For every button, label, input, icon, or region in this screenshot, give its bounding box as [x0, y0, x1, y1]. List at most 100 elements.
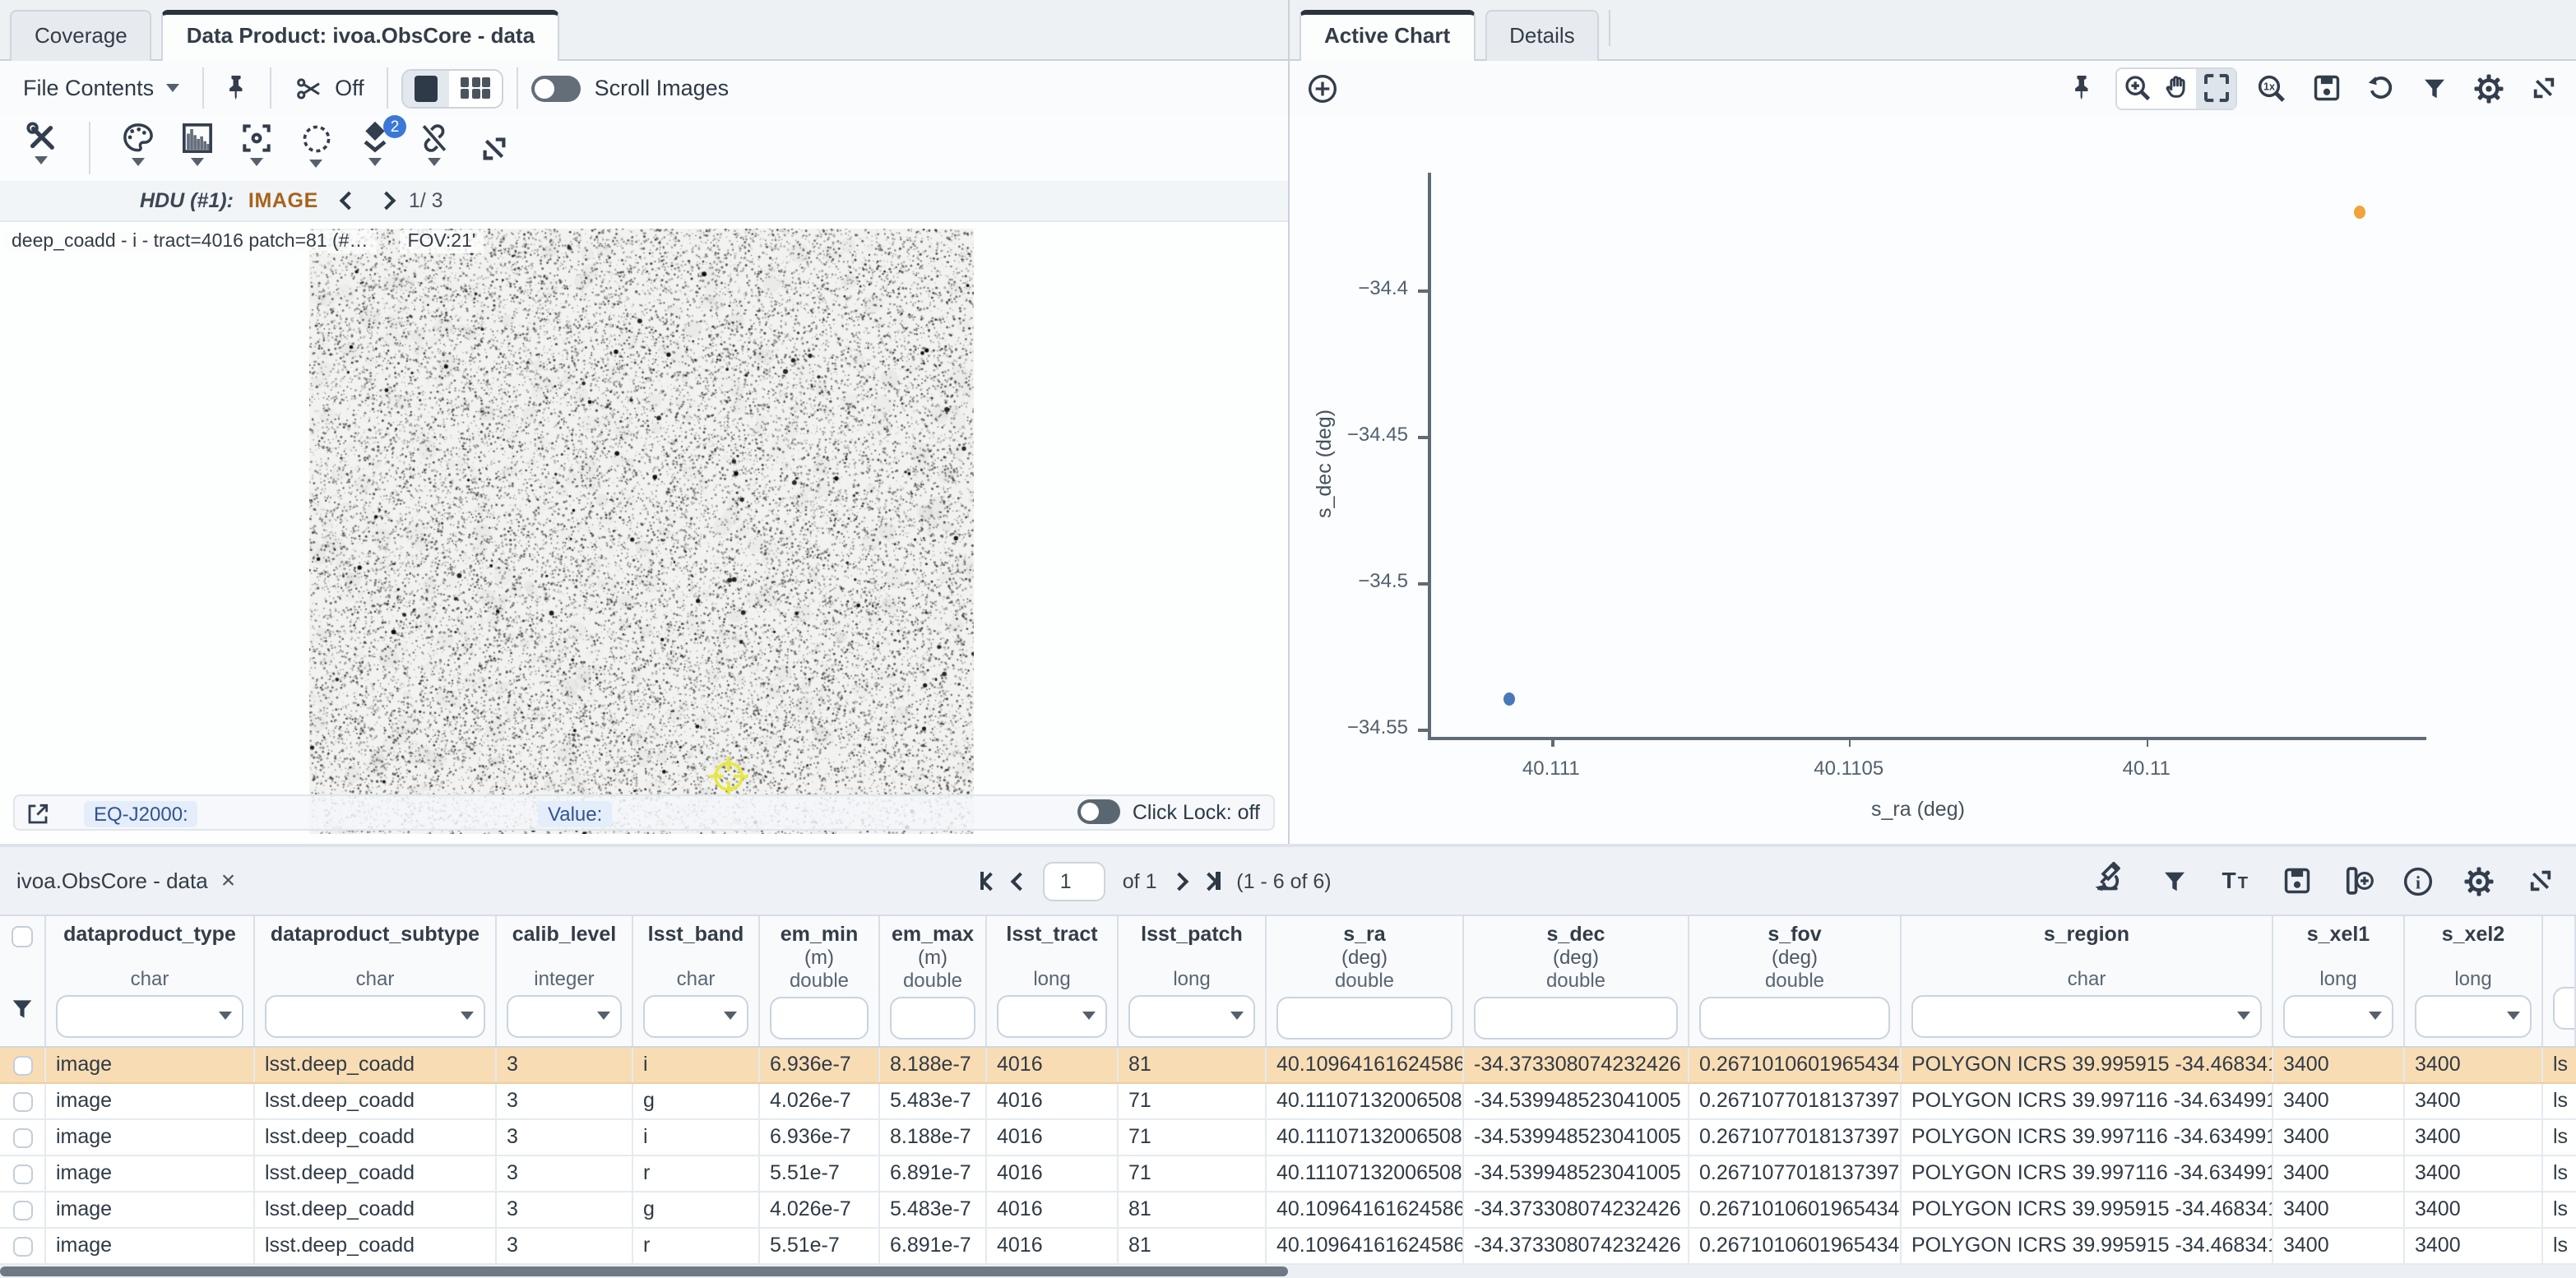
table-row[interactable]: imagelsst.deep_coadd3r5.51e-76.891e-7401…: [0, 1156, 2576, 1192]
recenter-button[interactable]: [232, 120, 281, 176]
table-save-button[interactable]: [2277, 861, 2316, 901]
column-header-calib_level[interactable]: calib_levelinteger: [497, 916, 633, 1046]
filter-input-s_ra[interactable]: [1276, 997, 1452, 1040]
pin-button[interactable]: [216, 68, 256, 108]
row-checkbox[interactable]: [12, 1128, 32, 1147]
next-page-button[interactable]: [1174, 874, 1187, 887]
scatter-point[interactable]: [1503, 692, 1514, 706]
cutout-button[interactable]: Off: [284, 68, 374, 108]
external-link-icon[interactable]: [25, 801, 51, 827]
column-header-dataproduct_type[interactable]: dataproduct_typechar: [46, 916, 255, 1046]
fits-image-area[interactable]: deep_coadd - i - tract=4016 patch=81 (#……: [0, 222, 1288, 844]
chart-filter-button[interactable]: [2415, 68, 2454, 108]
stretch-histogram-button[interactable]: [173, 120, 222, 176]
column-header-s_ra[interactable]: s_ra(deg)double: [1267, 916, 1464, 1046]
region-select-button[interactable]: [291, 120, 341, 176]
filter-row-icon[interactable]: [8, 995, 36, 1023]
table-text-view-button[interactable]: [2216, 861, 2255, 901]
column-header-s_xel1[interactable]: s_xel1long: [2273, 916, 2405, 1046]
chart-save-button[interactable]: [2306, 68, 2346, 108]
scrollbar-thumb[interactable]: [0, 1266, 1288, 1276]
color-palette-button[interactable]: [114, 120, 163, 176]
chart-pin-button[interactable]: [2061, 68, 2101, 108]
table-settings-button[interactable]: [2459, 861, 2499, 901]
row-checkbox[interactable]: [12, 1091, 32, 1111]
filter-input-lsst_band[interactable]: [643, 995, 748, 1038]
column-header-lsst_tract[interactable]: lsst_tractlong: [987, 916, 1119, 1046]
expand-image-button[interactable]: [469, 120, 518, 176]
row-checkbox[interactable]: [12, 1200, 32, 1220]
table-expand-button[interactable]: [2520, 861, 2560, 901]
column-header-s_dec[interactable]: s_dec(deg)double: [1464, 916, 1689, 1046]
filter-input-em_max[interactable]: [890, 997, 975, 1040]
filter-input-dataproduct_type[interactable]: [56, 995, 243, 1038]
filter-input-partial[interactable]: [2553, 987, 2576, 1030]
column-header-em_max[interactable]: em_max(m)double: [880, 916, 987, 1046]
table-add-column-button[interactable]: [2337, 861, 2377, 901]
table-row[interactable]: imagelsst.deep_coadd3g4.026e-75.483e-740…: [0, 1084, 2576, 1120]
chart-zoom-button[interactable]: [2117, 68, 2157, 108]
scroll-images-toggle[interactable]: [532, 75, 581, 101]
column-header-s_region[interactable]: s_regionchar: [1902, 916, 2273, 1046]
image-tools-button[interactable]: [16, 120, 66, 176]
chart-pan-button[interactable]: [2157, 68, 2196, 108]
layers-button[interactable]: 2: [350, 120, 400, 176]
table-title-tab[interactable]: ivoa.ObsCore - data ×: [16, 867, 235, 895]
close-icon[interactable]: ×: [221, 867, 236, 895]
tab-data-product[interactable]: Data Product: ivoa.ObsCore - data: [162, 10, 559, 61]
chevron-down-icon[interactable]: [461, 1012, 474, 1020]
scatter-chart[interactable]: −34.4−34.45−34.5−34.5540.11140.110540.11…: [1290, 115, 2576, 844]
tab-active-chart[interactable]: Active Chart: [1300, 10, 1475, 61]
prev-page-button[interactable]: [1014, 874, 1027, 887]
filter-input-em_min[interactable]: [770, 997, 869, 1040]
add-chart-button[interactable]: [1303, 68, 1342, 108]
column-header-lsst_band[interactable]: lsst_bandchar: [633, 916, 760, 1046]
table-row[interactable]: imagelsst.deep_coadd3r5.51e-76.891e-7401…: [0, 1229, 2576, 1265]
chart-restore-button[interactable]: [2361, 68, 2400, 108]
filter-input-calib_level[interactable]: [507, 995, 622, 1038]
file-contents-dropdown[interactable]: File Contents: [13, 71, 188, 105]
single-view-button[interactable]: [404, 70, 450, 106]
column-header-lsst_patch[interactable]: lsst_patchlong: [1119, 916, 1267, 1046]
column-header-em_min[interactable]: em_min(m)double: [760, 916, 880, 1046]
column-header-dataproduct_subtype[interactable]: dataproduct_subtypechar: [255, 916, 497, 1046]
filter-input-lsst_tract[interactable]: [997, 995, 1107, 1038]
hdu-next-button[interactable]: [378, 192, 397, 211]
filter-input-s_xel1[interactable]: [2283, 995, 2393, 1038]
table-row[interactable]: imagelsst.deep_coadd3i6.936e-78.188e-740…: [0, 1048, 2576, 1084]
filter-input-lsst_patch[interactable]: [1128, 995, 1255, 1038]
click-lock-toggle[interactable]: [1078, 799, 1121, 824]
filter-input-s_dec[interactable]: [1474, 997, 1678, 1040]
chart-box-select-button[interactable]: [2196, 68, 2235, 108]
row-checkbox[interactable]: [12, 1164, 32, 1183]
row-checkbox[interactable]: [12, 1236, 32, 1256]
table-analyze-button[interactable]: [2084, 859, 2134, 902]
grid-view-button[interactable]: [450, 70, 503, 106]
table-row[interactable]: imagelsst.deep_coadd3i6.936e-78.188e-740…: [0, 1120, 2576, 1156]
select-all-checkbox[interactable]: [12, 926, 33, 947]
chevron-down-icon[interactable]: [2369, 1012, 2382, 1020]
horizontal-scrollbar[interactable]: [0, 1265, 2576, 1278]
table-row[interactable]: imagelsst.deep_coadd3g4.026e-75.483e-740…: [0, 1192, 2576, 1229]
tab-coverage[interactable]: Coverage: [10, 10, 152, 61]
table-filter-button[interactable]: [2155, 861, 2194, 901]
scatter-point[interactable]: [2354, 205, 2365, 218]
chevron-down-icon[interactable]: [597, 1012, 610, 1020]
chart-settings-button[interactable]: [2469, 68, 2509, 108]
table-info-button[interactable]: [2398, 861, 2438, 901]
hdu-prev-button[interactable]: [341, 192, 359, 211]
chevron-down-icon[interactable]: [2507, 1012, 2520, 1020]
filter-input-dataproduct_subtype[interactable]: [265, 995, 485, 1038]
chevron-down-icon[interactable]: [1082, 1012, 1096, 1020]
fits-image[interactable]: [309, 229, 974, 834]
page-number-input[interactable]: 1: [1044, 861, 1106, 901]
chevron-down-icon[interactable]: [219, 1012, 232, 1020]
chevron-down-icon[interactable]: [2237, 1012, 2250, 1020]
filter-input-s_fov[interactable]: [1699, 997, 1890, 1040]
column-header-s_fov[interactable]: s_fov(deg)double: [1689, 916, 1902, 1046]
filter-input-s_xel2[interactable]: [2415, 995, 2532, 1038]
chart-zoom-original-button[interactable]: [2252, 68, 2291, 108]
tab-details[interactable]: Details: [1485, 10, 1600, 61]
filter-input-s_region[interactable]: [1911, 995, 2262, 1038]
wcs-unlock-button[interactable]: [410, 120, 459, 176]
